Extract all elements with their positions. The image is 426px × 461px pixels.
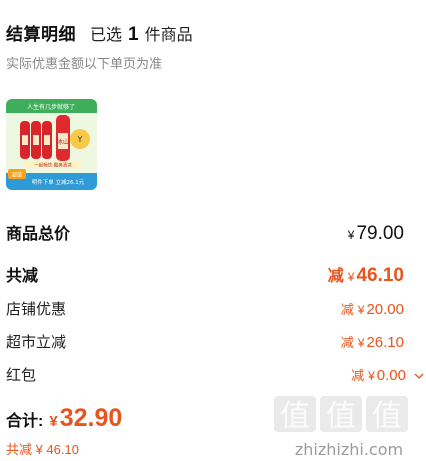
market-discount-value: 减 ¥ 26.10 bbox=[341, 332, 404, 351]
redpacket-row[interactable]: 红包 减 ¥ 0.00 bbox=[6, 364, 424, 385]
svg-text:值: 值 bbox=[326, 399, 356, 434]
store-discount-value: 减 ¥ 20.00 bbox=[341, 299, 404, 318]
svg-text:值: 值 bbox=[280, 399, 310, 434]
product-badge-text: 一起畅饮 酷爽清凉 bbox=[34, 162, 72, 169]
checkout-total: 合计: ¥ 32.90 bbox=[6, 404, 122, 433]
goods-total-label: 商品总价 bbox=[6, 226, 71, 243]
discount-total-yen: ¥ bbox=[347, 270, 355, 284]
market-discount-label: 超市立减 bbox=[6, 334, 67, 351]
product-banner-text: 人生有几步就够了 bbox=[27, 103, 75, 111]
goods-total-row: 商品总价 ¥ 79.00 bbox=[6, 220, 404, 245]
price-note: 实际优惠金额以下单页为准 bbox=[6, 56, 163, 71]
market-discount-yen: ¥ bbox=[357, 336, 365, 350]
discount-total-prefix: 减 bbox=[327, 268, 344, 285]
redpacket-yen: ¥ bbox=[368, 369, 375, 383]
redpacket-prefix: 减 bbox=[351, 368, 365, 383]
svg-text:zhizhizhi.com: zhizhizhi.com bbox=[295, 440, 403, 459]
store-discount-yen: ¥ bbox=[357, 303, 365, 317]
goods-total-yen: ¥ bbox=[347, 228, 355, 242]
store-discount-row: 店铺优惠 减 ¥ 20.00 bbox=[6, 298, 404, 319]
store-discount-prefix: 减 bbox=[340, 302, 354, 317]
product-thumbnail[interactable]: 人生有几步就够了 冰山 Y 一起畅饮 酷爽清凉 超值 明件下单 立减26.1元 bbox=[6, 99, 97, 190]
product-bottle-label: 冰山 bbox=[57, 138, 69, 146]
discount-total-value: 减 ¥ 46.10 bbox=[328, 262, 404, 287]
selected-count-number: 1 bbox=[128, 24, 139, 45]
svg-text:值: 值 bbox=[372, 399, 402, 434]
discount-total-label: 共减 bbox=[6, 268, 39, 285]
total-amount: 32.90 bbox=[59, 404, 123, 432]
selected-suffix: 件商品 bbox=[144, 27, 193, 44]
total-label: 合计: bbox=[6, 413, 44, 430]
product-footer-text: 明件下单 立减26.1元 bbox=[32, 178, 85, 186]
page-title: 结算明细 bbox=[6, 25, 76, 44]
store-discount-label: 店铺优惠 bbox=[6, 301, 67, 318]
product-mascot-text: Y bbox=[77, 135, 83, 144]
product-tag-text: 超值 bbox=[12, 172, 22, 179]
redpacket-label: 红包 bbox=[6, 367, 37, 384]
selected-count: 已选 1 件商品 bbox=[90, 21, 193, 46]
store-discount-amount: 20.00 bbox=[366, 301, 404, 318]
checkout-header: 结算明细 已选 1 件商品 bbox=[6, 20, 193, 46]
total-discount-note: 共减 ¥ 46.10 bbox=[6, 442, 79, 457]
discount-total-amount: 46.10 bbox=[356, 265, 404, 286]
total-price: ¥ 32.90 bbox=[49, 404, 122, 433]
chevron-down-icon[interactable] bbox=[414, 369, 424, 383]
discount-total-row: 共减 减 ¥ 46.10 bbox=[6, 262, 404, 287]
redpacket-value[interactable]: 减 ¥ 0.00 bbox=[351, 365, 424, 384]
total-yen: ¥ bbox=[49, 413, 58, 430]
goods-total-amount: 79.00 bbox=[356, 223, 404, 244]
watermark-logo: 值 值 值 zhizhizhi.com bbox=[264, 384, 424, 461]
goods-total-value: ¥ 79.00 bbox=[348, 223, 404, 245]
product-image: 人生有几步就够了 冰山 Y 一起畅饮 酷爽清凉 超值 明件下单 立减26.1元 bbox=[6, 99, 97, 190]
redpacket-amount: 0.00 bbox=[376, 367, 406, 384]
market-discount-amount: 26.10 bbox=[366, 334, 404, 351]
selected-prefix: 已选 bbox=[90, 27, 123, 44]
market-discount-prefix: 减 bbox=[340, 335, 354, 350]
market-discount-row: 超市立减 减 ¥ 26.10 bbox=[6, 331, 404, 352]
